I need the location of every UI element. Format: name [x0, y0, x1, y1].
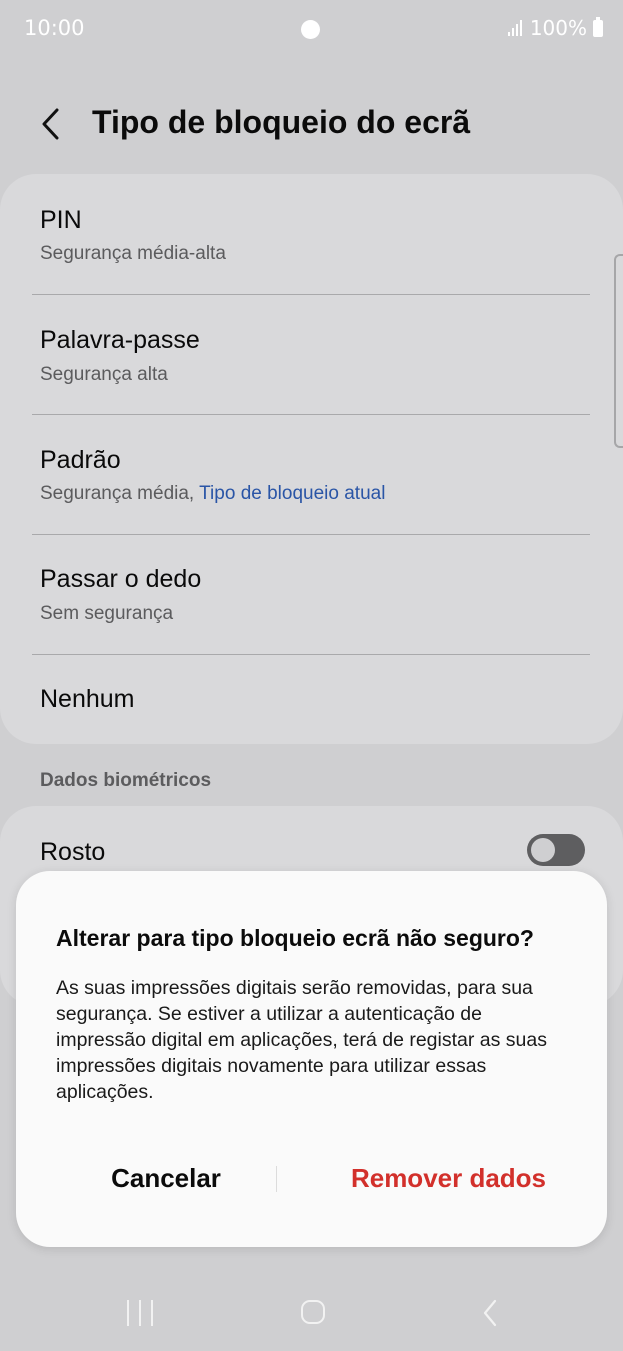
- status-bar: 10:00 100%: [0, 0, 623, 60]
- back-icon[interactable]: [480, 1298, 500, 1328]
- lock-type-list: PIN Segurança média-alta Palavra-passe S…: [0, 174, 623, 744]
- lock-option-subtitle-text: Segurança média,: [40, 483, 195, 504]
- lock-option-title: Palavra-passe: [40, 326, 200, 354]
- lock-option-subtitle: Segurança média-alta: [40, 243, 226, 264]
- lock-option-pin[interactable]: PIN Segurança média-alta: [0, 174, 623, 294]
- battery-icon: [593, 16, 603, 37]
- signal-icon: [507, 20, 522, 36]
- recent-apps-icon[interactable]: [127, 1300, 153, 1326]
- lock-option-title: PIN: [40, 206, 82, 234]
- dialog-actions: Cancelar Remover dados: [16, 1156, 607, 1200]
- lock-option-title: Padrão: [40, 446, 121, 474]
- lock-option-pattern[interactable]: Padrão Segurança média, Tipo de bloqueio…: [0, 415, 623, 535]
- app-header: Tipo de bloqueio do ecrã: [0, 90, 623, 160]
- cancel-button[interactable]: Cancelar: [16, 1156, 316, 1200]
- chevron-left-icon: [42, 108, 59, 140]
- lock-option-title: Nenhum: [40, 685, 135, 713]
- face-recognition-toggle[interactable]: [527, 834, 585, 866]
- notification-dot-icon: [301, 20, 320, 39]
- lock-option-swipe[interactable]: Passar o dedo Sem segurança: [0, 535, 623, 655]
- toggle-knob: [531, 838, 555, 862]
- lock-option-subtitle: Sem segurança: [40, 603, 174, 624]
- lock-option-subtitle: Segurança alta: [40, 364, 168, 385]
- status-time: 10:00: [24, 16, 85, 40]
- actions-divider: [276, 1166, 277, 1192]
- back-button[interactable]: [30, 102, 74, 146]
- current-lock-label: Tipo de bloqueio atual: [199, 483, 386, 504]
- home-icon[interactable]: [301, 1300, 325, 1324]
- face-recognition-label: Rosto: [40, 838, 106, 866]
- dialog-message: As suas impressões digitais serão removi…: [56, 977, 547, 1103]
- remove-data-button[interactable]: Remover dados: [290, 1156, 607, 1200]
- dialog-title: Alterar para tipo bloqueio ecrã não segu…: [56, 925, 534, 951]
- lock-option-none[interactable]: Nenhum: [0, 655, 623, 744]
- lock-option-title: Passar o dedo: [40, 565, 202, 593]
- battery-level: 100%: [529, 16, 587, 40]
- status-right: 100%: [507, 16, 603, 40]
- scrollbar[interactable]: [614, 254, 623, 448]
- section-label-biometrics: Dados biométricos: [40, 770, 212, 791]
- page-title: Tipo de bloqueio do ecrã: [92, 104, 471, 140]
- lock-option-password[interactable]: Palavra-passe Segurança alta: [0, 295, 623, 415]
- navigation-bar: [0, 1270, 623, 1351]
- unsecure-lock-dialog: Alterar para tipo bloqueio ecrã não segu…: [16, 871, 607, 1247]
- lock-option-subtitle: Segurança média, Tipo de bloqueio atual: [40, 483, 385, 505]
